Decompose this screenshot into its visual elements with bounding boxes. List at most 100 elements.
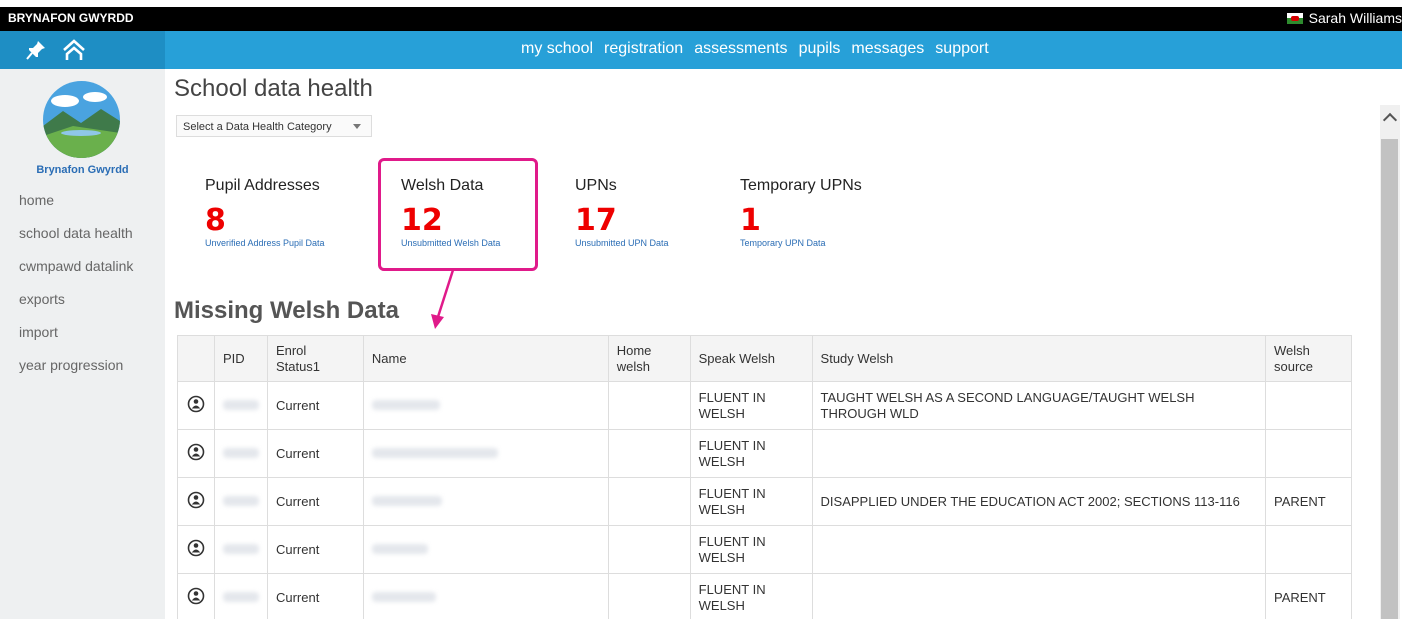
sidebar-item-cwmpawd-datalink[interactable]: cwmpawd datalink [19,254,133,287]
stat-link[interactable]: Unverified Address Pupil Data [205,238,325,248]
nav-links: my school registration assessments pupil… [521,40,989,58]
stat-title: UPNs [575,177,617,194]
welsh-source-cell [1264,381,1353,430]
select-value: Select a Data Health Category [183,121,332,133]
sidebar-item-year-progression[interactable]: year progression [19,353,133,386]
name-cell [362,381,609,430]
main-nav: my school registration assessments pupil… [0,31,1402,69]
stat-link[interactable]: Unsubmitted UPN Data [575,238,669,248]
school-logo [43,81,120,158]
nav-registration[interactable]: registration [604,40,683,58]
app-window: BRYNAFON GWYRDD Sarah Williams my school… [0,0,1402,619]
study-welsh-cell [811,429,1266,478]
highlight-box [378,158,538,271]
stat-pupil-addresses[interactable]: Pupil Addresses 8 Unverified Address Pup… [205,177,325,248]
stat-upns[interactable]: UPNs 17 Unsubmitted UPN Data [575,177,669,248]
home-welsh-cell [607,477,691,526]
sidebar: Brynafon Gwyrdd home school data health … [0,69,165,619]
stat-count: 1 [740,203,761,238]
stat-title: Temporary UPNs [740,177,862,194]
vertical-scrollbar[interactable] [1380,105,1400,619]
page-title: School data health [174,75,373,102]
pid-cell [213,381,268,430]
study-welsh-cell [811,525,1266,574]
study-welsh-cell: TAUGHT WELSH AS A SECOND LANGUAGE/TAUGHT… [811,381,1266,430]
name-cell [362,429,609,478]
redacted-pid [222,495,259,506]
school-home-icon[interactable] [62,39,86,61]
annotation-arrow-icon [431,269,455,329]
nav-support[interactable]: support [935,40,988,58]
pin-icon[interactable] [26,40,46,60]
stat-link[interactable]: Temporary UPN Data [740,238,862,248]
table-row[interactable]: Current FLUENT IN WELSH DISAPPLIED UNDER … [177,477,1353,526]
speak-welsh-cell: FLUENT IN WELSH [689,429,813,478]
name-cell [362,573,609,619]
home-welsh-cell [607,525,691,574]
speak-welsh-cell: FLUENT IN WELSH [689,573,813,619]
col-study-welsh[interactable]: Study Welsh [811,335,1266,382]
redacted-name [371,543,428,554]
school-name: BRYNAFON GWYRDD [8,11,134,25]
col-icon [177,335,215,382]
pupil-profile-icon[interactable] [177,525,215,574]
table-row[interactable]: Current FLUENT IN WELSH PARENT [177,573,1353,619]
welsh-source-cell: PARENT [1264,477,1353,526]
redacted-pid [222,399,259,410]
sidebar-item-home[interactable]: home [19,188,133,221]
missing-welsh-data-table: PID Enrol Status1 Name Home welsh Speak We… [177,335,1353,619]
redacted-name [371,591,436,602]
nav-pupils[interactable]: pupils [799,40,841,58]
col-enrol-status[interactable]: Enrol Status1 [266,335,364,382]
sidebar-item-exports[interactable]: exports [19,287,133,320]
top-bar: BRYNAFON GWYRDD Sarah Williams [0,7,1402,31]
study-welsh-cell [811,573,1266,619]
home-welsh-cell [607,429,691,478]
redacted-name [371,399,440,410]
name-cell [362,525,609,574]
redacted-name [371,495,442,506]
pid-cell [213,477,268,526]
stat-temporary-upns[interactable]: Temporary UPNs 1 Temporary UPN Data [740,177,862,248]
col-home-welsh[interactable]: Home welsh [607,335,691,382]
stat-count: 17 [575,203,617,238]
col-name[interactable]: Name [362,335,609,382]
user-name: Sarah Williams [1308,10,1402,26]
col-pid[interactable]: PID [213,335,268,382]
redacted-name [371,447,498,458]
user-menu[interactable]: Sarah Williams [1286,10,1402,26]
section-title: Missing Welsh Data [174,297,399,324]
table-row[interactable]: Current FLUENT IN WELSH [177,525,1353,574]
pupil-profile-icon[interactable] [177,381,215,430]
sidebar-item-import[interactable]: import [19,320,133,353]
stat-count: 8 [205,203,226,238]
nav-assessments[interactable]: assessments [694,40,787,58]
scroll-up-icon[interactable] [1382,112,1398,128]
enrol-status-cell: Current [266,477,364,526]
enrol-status-cell: Current [266,381,364,430]
data-health-category-select[interactable]: Select a Data Health Category [176,115,372,137]
col-welsh-source[interactable]: Welsh source [1264,335,1353,382]
speak-welsh-cell: FLUENT IN WELSH [689,477,813,526]
study-welsh-cell: DISAPPLIED UNDER THE EDUCATION ACT 2002;… [811,477,1266,526]
pid-cell [213,573,268,619]
pupil-profile-icon[interactable] [177,477,215,526]
scrollbar-thumb[interactable] [1381,139,1398,619]
home-welsh-cell [607,381,691,430]
speak-welsh-cell: FLUENT IN WELSH [689,381,813,430]
pupil-profile-icon[interactable] [177,573,215,619]
table-row[interactable]: Current FLUENT IN WELSH TAUGHT WELSH AS A… [177,381,1353,430]
welsh-source-cell: PARENT [1264,573,1353,619]
nav-messages[interactable]: messages [851,40,924,58]
col-speak-welsh[interactable]: Speak Welsh [689,335,813,382]
redacted-pid [222,543,259,554]
pid-cell [213,525,268,574]
home-welsh-cell [607,573,691,619]
redacted-pid [222,447,259,458]
enrol-status-cell: Current [266,525,364,574]
nav-my-school[interactable]: my school [521,40,593,58]
table-row[interactable]: Current FLUENT IN WELSH [177,429,1353,478]
sidebar-item-school-data-health[interactable]: school data health [19,221,133,254]
welsh-source-cell [1264,429,1353,478]
pupil-profile-icon[interactable] [177,429,215,478]
